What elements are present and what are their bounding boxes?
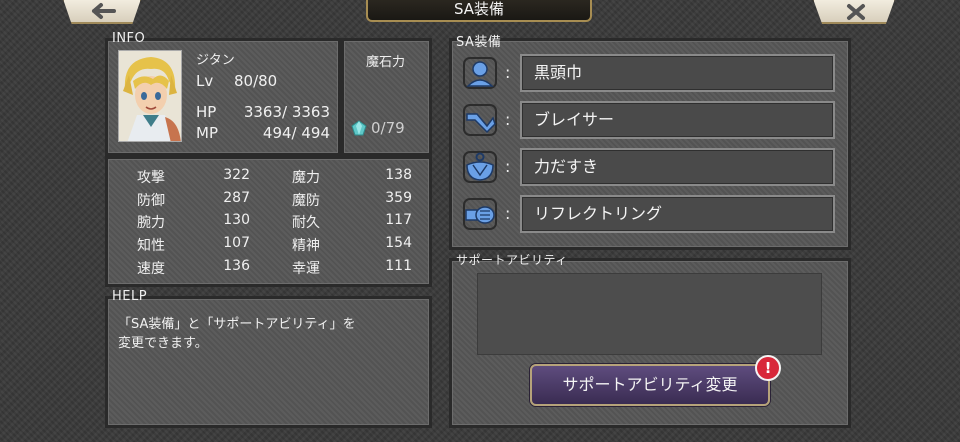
change-support-label: サポートアビリティ変更	[562, 375, 738, 394]
level-value: 80/80	[234, 72, 278, 90]
sa-slot-arm[interactable]: ブレイサー	[520, 101, 835, 139]
slot-colon-3: :	[505, 157, 511, 176]
mp-value: 494/ 494	[262, 124, 330, 142]
character-portrait	[118, 50, 182, 142]
stat-value: 287	[223, 190, 250, 206]
accessory-icon	[463, 198, 497, 230]
head-icon	[463, 57, 497, 89]
stat-label: 防御	[137, 193, 165, 209]
help-text-line2: 変更できます。	[118, 336, 208, 351]
close-button[interactable]	[812, 0, 896, 24]
info-label: INFO	[112, 31, 146, 46]
stat-label: 腕力	[137, 215, 165, 231]
stat-value: 117	[385, 212, 412, 228]
sa-label: SA装備	[456, 35, 502, 50]
back-arrow-icon	[92, 3, 116, 19]
page-title: SA装備	[453, 0, 505, 18]
stat-label: 速度	[137, 261, 165, 277]
magicite-label: 魔石力	[366, 55, 406, 70]
stat-label: 魔防	[292, 193, 320, 209]
magicite-gem-icon	[351, 120, 367, 136]
stat-label: 精神	[292, 238, 320, 254]
sa-slot-head[interactable]: 黒頭巾	[520, 54, 835, 92]
stat-label: 耐久	[292, 215, 320, 231]
help-label: HELP	[112, 289, 148, 304]
magicite-value: 0/79	[371, 119, 405, 137]
arm-icon	[463, 104, 497, 136]
stat-label: 幸運	[292, 261, 320, 277]
stat-value: 111	[385, 258, 412, 274]
slot-colon-2: :	[505, 110, 511, 129]
help-text-line1: 「SA装備」と「サポートアビリティ」を	[118, 317, 356, 332]
support-label: サポートアビリティ	[456, 253, 568, 267]
character-name: ジタン	[196, 53, 235, 68]
alert-badge: !	[755, 355, 781, 381]
header-title-plate: SA装備	[366, 0, 592, 22]
stat-value: 359	[385, 190, 412, 206]
sa-slot-accessory[interactable]: リフレクトリング	[520, 195, 835, 233]
hp-label: HP	[196, 103, 217, 121]
change-support-button[interactable]: サポートアビリティ変更	[530, 364, 770, 406]
stat-value: 322	[223, 167, 250, 183]
body-icon	[463, 151, 497, 183]
sa-slot-body[interactable]: 力だすき	[520, 148, 835, 186]
stat-value: 136	[223, 258, 250, 274]
slot-colon-1: :	[505, 63, 511, 82]
level-label: Lv	[196, 72, 214, 90]
stat-label: 魔力	[292, 170, 320, 186]
stat-value: 154	[385, 235, 412, 251]
stat-value: 138	[385, 167, 412, 183]
alert-icon: !	[764, 359, 772, 377]
stat-value: 107	[223, 235, 250, 251]
stat-label: 知性	[137, 238, 165, 254]
slot-colon-4: :	[505, 204, 511, 223]
support-ability-slot[interactable]	[477, 273, 822, 355]
back-button[interactable]	[62, 0, 142, 24]
hp-value: 3363/ 3363	[243, 103, 330, 121]
mp-label: MP	[196, 124, 218, 142]
stat-value: 130	[223, 212, 250, 228]
stat-label: 攻撃	[137, 170, 165, 186]
close-icon	[847, 4, 865, 20]
